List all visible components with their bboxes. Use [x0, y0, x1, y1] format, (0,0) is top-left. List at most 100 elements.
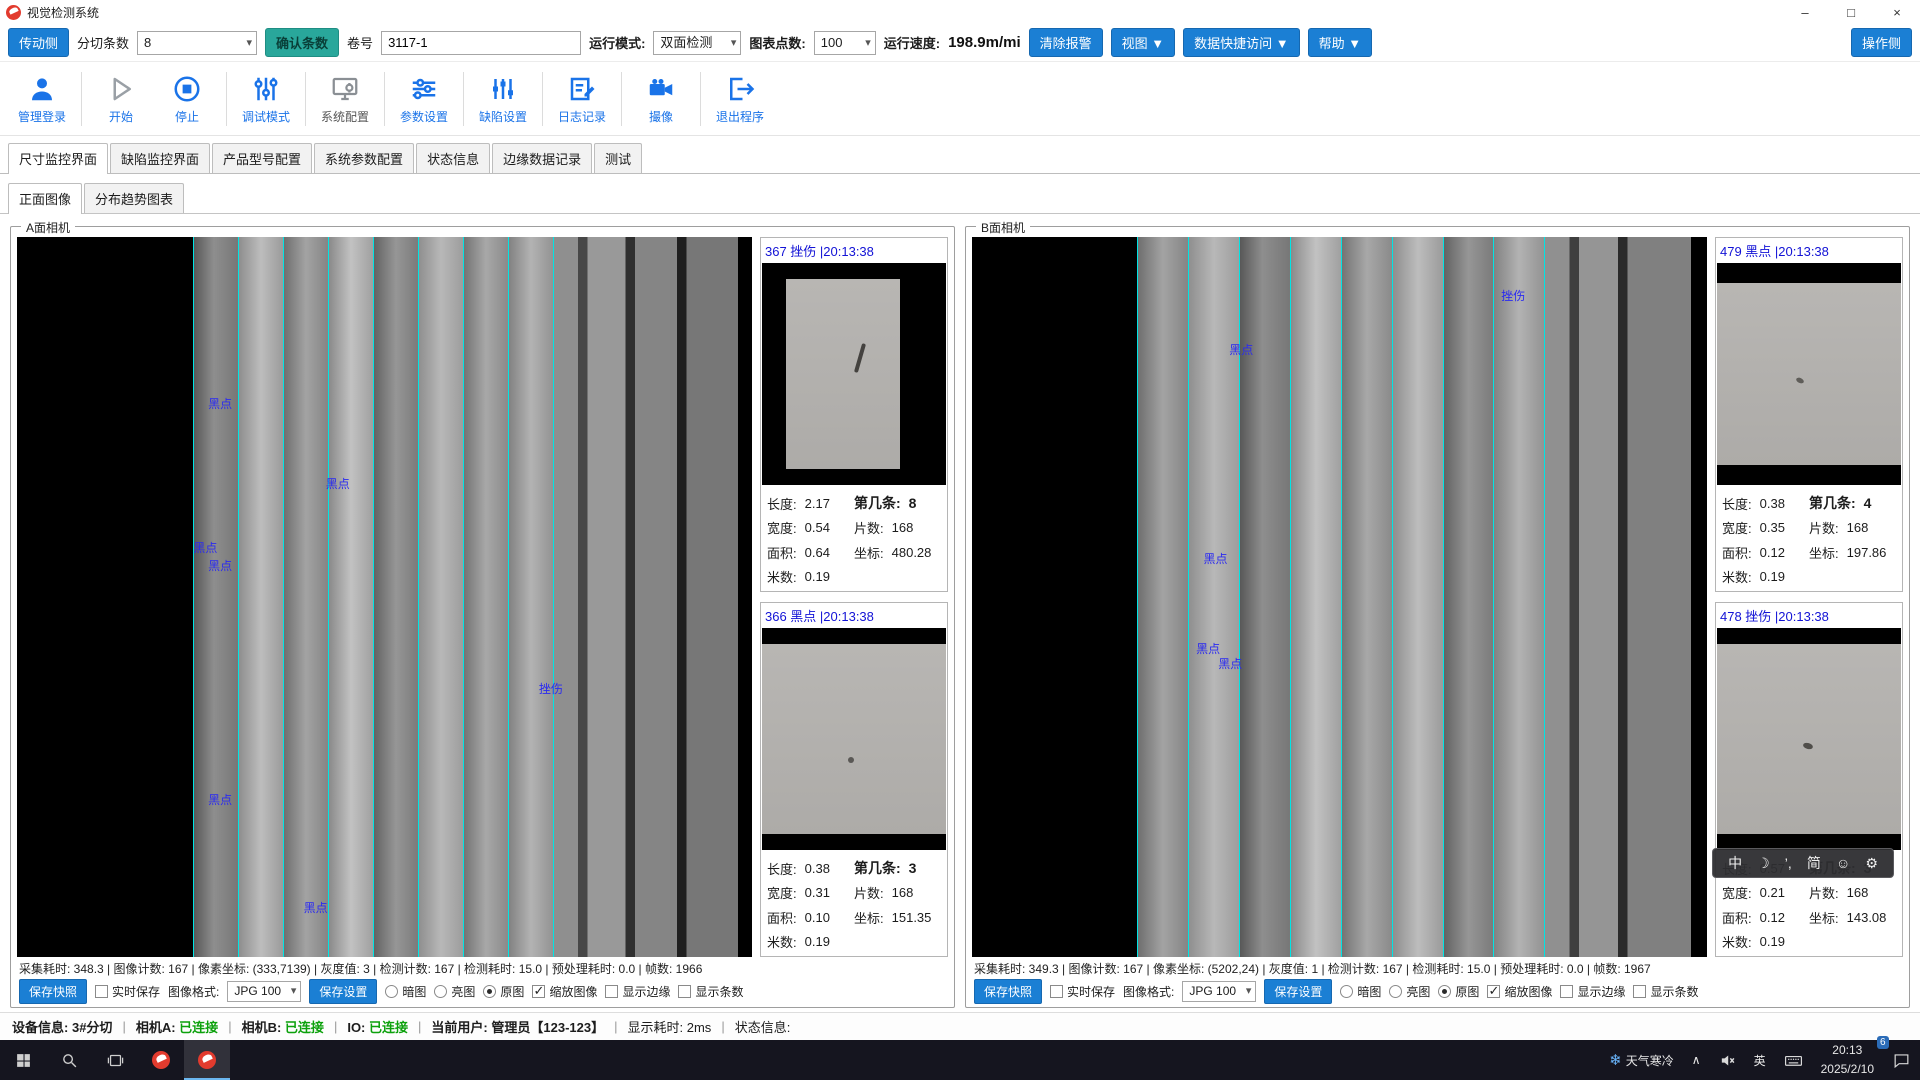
display-time-label: 显示耗时: — [628, 1020, 684, 1035]
tab-defect-monitor[interactable]: 缺陷监控界面 — [110, 143, 210, 173]
realtime-save-checkbox[interactable]: 实时保存 — [1050, 983, 1115, 1000]
save-snapshot-button[interactable]: 保存快照 — [19, 979, 87, 1004]
drive-side-button[interactable]: 传动侧 — [8, 28, 69, 57]
run-mode-select[interactable]: 双面检测 — [653, 31, 741, 55]
zoom-image-checkbox[interactable]: 缩放图像 — [1487, 983, 1552, 1000]
admin-login-button[interactable]: 管理登录 — [10, 73, 74, 125]
original-image-radio[interactable]: 原图 — [1438, 983, 1479, 1000]
tab-status-info[interactable]: 状态信息 — [416, 143, 490, 173]
bright-image-radio[interactable]: 亮图 — [1389, 983, 1430, 1000]
language-indicator: 英 — [1754, 1052, 1766, 1069]
tab-product-model-config[interactable]: 产品型号配置 — [212, 143, 312, 173]
ime-emoji-icon[interactable]: ☺ — [1836, 855, 1850, 871]
defect-thumbnail — [762, 263, 946, 485]
system-config-button[interactable]: 系统配置 — [313, 73, 377, 125]
start-button[interactable]: 开始 — [89, 73, 153, 125]
strip — [373, 237, 418, 957]
defect-overlay-label: 挫伤 — [539, 680, 563, 697]
ime-language-toggle[interactable]: 中 — [1728, 853, 1742, 873]
camera-a-controls: 保存快照 实时保存 图像格式: JPG 100 保存设置 暗图 亮图 原图 缩放… — [17, 977, 948, 1005]
show-count-checkbox[interactable]: 显示条数 — [678, 983, 743, 1000]
dark-image-radio[interactable]: 暗图 — [1340, 983, 1381, 1000]
window-controls: – □ × — [1782, 0, 1920, 24]
dark-image-radio[interactable]: 暗图 — [385, 983, 426, 1000]
app-icon — [198, 1051, 216, 1069]
tab-system-param-config[interactable]: 系统参数配置 — [314, 143, 414, 173]
maximize-button[interactable]: □ — [1828, 0, 1874, 24]
subtab-distribution-chart[interactable]: 分布趋势图表 — [84, 183, 184, 213]
capture-label: 撮像 — [649, 108, 673, 125]
realtime-save-checkbox[interactable]: 实时保存 — [95, 983, 160, 1000]
ime-settings-icon[interactable]: ⚙ — [1865, 855, 1878, 872]
image-format-select[interactable]: JPG 100 — [227, 981, 301, 1002]
show-count-checkbox[interactable]: 显示条数 — [1633, 983, 1698, 1000]
clear-alarm-button[interactable]: 清除报警 — [1029, 28, 1103, 57]
pinned-app-button[interactable] — [138, 1040, 184, 1080]
exit-program-button[interactable]: 退出程序 — [708, 73, 772, 125]
camera-a-status-line: 采集耗时: 348.3 | 图像计数: 167 | 像素坐标: (333,713… — [17, 957, 948, 977]
taskbar-search-button[interactable] — [46, 1040, 92, 1080]
confirm-strips-button[interactable]: 确认条数 — [265, 28, 339, 57]
minimize-button[interactable]: – — [1782, 0, 1828, 24]
close-button[interactable]: × — [1874, 0, 1920, 24]
defect-settings-label: 缺陷设置 — [479, 108, 527, 125]
app-status-bar: 设备信息: 3#分切 | 相机A: 已连接 | 相机B: 已连接 | IO: 已… — [0, 1012, 1920, 1040]
save-settings-button[interactable]: 保存设置 — [309, 979, 377, 1004]
show-hidden-icons-button[interactable]: ∧ — [1683, 1040, 1710, 1080]
defect-card[interactable]: 366 黑点 |20:13:38 长度:0.38 第几条:3 宽度:0.31 片… — [760, 602, 948, 957]
save-settings-button[interactable]: 保存设置 — [1264, 979, 1332, 1004]
view-menu-button[interactable]: 视图 ▼ — [1111, 28, 1175, 57]
operate-side-button[interactable]: 操作侧 — [1851, 28, 1912, 57]
camera-a-conn-label: 相机A: — [136, 1020, 176, 1035]
main-tab-bar: 尺寸监控界面 缺陷监控界面 产品型号配置 系统参数配置 状态信息 边缘数据记录 … — [0, 136, 1920, 174]
exit-icon — [724, 73, 756, 105]
camera-a-image[interactable]: 黑点 黑点 黑点 黑点 挫伤 黑点 黑点 — [17, 237, 752, 957]
defect-card[interactable]: 479 黑点 |20:13:38 长度:0.38 第几条:4 宽度:0.35 片… — [1715, 237, 1903, 592]
quick-access-menu-button[interactable]: 数据快捷访问 ▼ — [1183, 28, 1299, 57]
strip — [418, 237, 463, 957]
chart-points-select[interactable]: 100 — [814, 31, 876, 55]
strip — [1493, 237, 1545, 957]
volume-button[interactable] — [1710, 1040, 1745, 1080]
ime-simplified-toggle[interactable]: 简 — [1807, 853, 1821, 873]
tab-test[interactable]: 测试 — [594, 143, 642, 173]
taskbar-clock[interactable]: 20:13 2025/2/10 — [1812, 1040, 1883, 1080]
debug-mode-button[interactable]: 调试模式 — [234, 73, 298, 125]
strip-count-select[interactable]: 8 — [137, 31, 257, 55]
camera-b-image[interactable]: 挫伤 黑点 黑点 黑点 黑点 — [972, 237, 1707, 957]
stop-button[interactable]: 停止 — [155, 73, 219, 125]
ime-punctuation-toggle[interactable]: ’, — [1785, 855, 1792, 871]
tab-edge-data-record[interactable]: 边缘数据记录 — [492, 143, 592, 173]
ime-toolbar: 中 ☽ ’, 简 ☺ ⚙ — [1712, 848, 1894, 878]
param-settings-button[interactable]: 参数设置 — [392, 73, 456, 125]
notification-center-button[interactable]: 6 — [1883, 1040, 1920, 1080]
image-format-select[interactable]: JPG 100 — [1182, 981, 1256, 1002]
user-icon — [26, 73, 58, 105]
defect-card[interactable]: 367 挫伤 |20:13:38 长度:2.17 第几条:8 宽度:0.54 片… — [760, 237, 948, 592]
log-record-button[interactable]: 日志记录 — [550, 73, 614, 125]
defect-overlay-label: 黑点 — [304, 899, 328, 916]
active-app-button[interactable] — [184, 1040, 230, 1080]
zoom-image-checkbox[interactable]: 缩放图像 — [532, 983, 597, 1000]
task-view-button[interactable] — [92, 1040, 138, 1080]
roll-number-input[interactable] — [381, 31, 581, 55]
ime-fullwidth-icon[interactable]: ☽ — [1757, 855, 1770, 872]
toolbar-separator — [700, 72, 701, 126]
help-menu-button[interactable]: 帮助 ▼ — [1308, 28, 1372, 57]
save-snapshot-button[interactable]: 保存快照 — [974, 979, 1042, 1004]
show-edge-checkbox[interactable]: 显示边缘 — [605, 983, 670, 1000]
defect-settings-button[interactable]: 缺陷设置 — [471, 73, 535, 125]
original-image-radio[interactable]: 原图 — [483, 983, 524, 1000]
start-button[interactable] — [0, 1040, 46, 1080]
defect-card[interactable]: 478 挫伤 |20:13:38 长度:0.57 第几条:3 宽度:0.21 片… — [1715, 602, 1903, 957]
show-edge-checkbox[interactable]: 显示边缘 — [1560, 983, 1625, 1000]
touch-keyboard-button[interactable] — [1775, 1040, 1812, 1080]
checkbox-icon — [605, 985, 618, 998]
tab-size-monitor[interactable]: 尺寸监控界面 — [8, 143, 108, 174]
capture-button[interactable]: 撮像 — [629, 73, 693, 125]
bright-image-radio[interactable]: 亮图 — [434, 983, 475, 1000]
subtab-front-image[interactable]: 正面图像 — [8, 183, 82, 214]
taskbar-weather[interactable]: ❄ 天气寒冷 — [1600, 1040, 1683, 1080]
stat-strip-index: 第几条:3 — [854, 858, 941, 878]
input-language-button[interactable]: 英 — [1745, 1040, 1775, 1080]
